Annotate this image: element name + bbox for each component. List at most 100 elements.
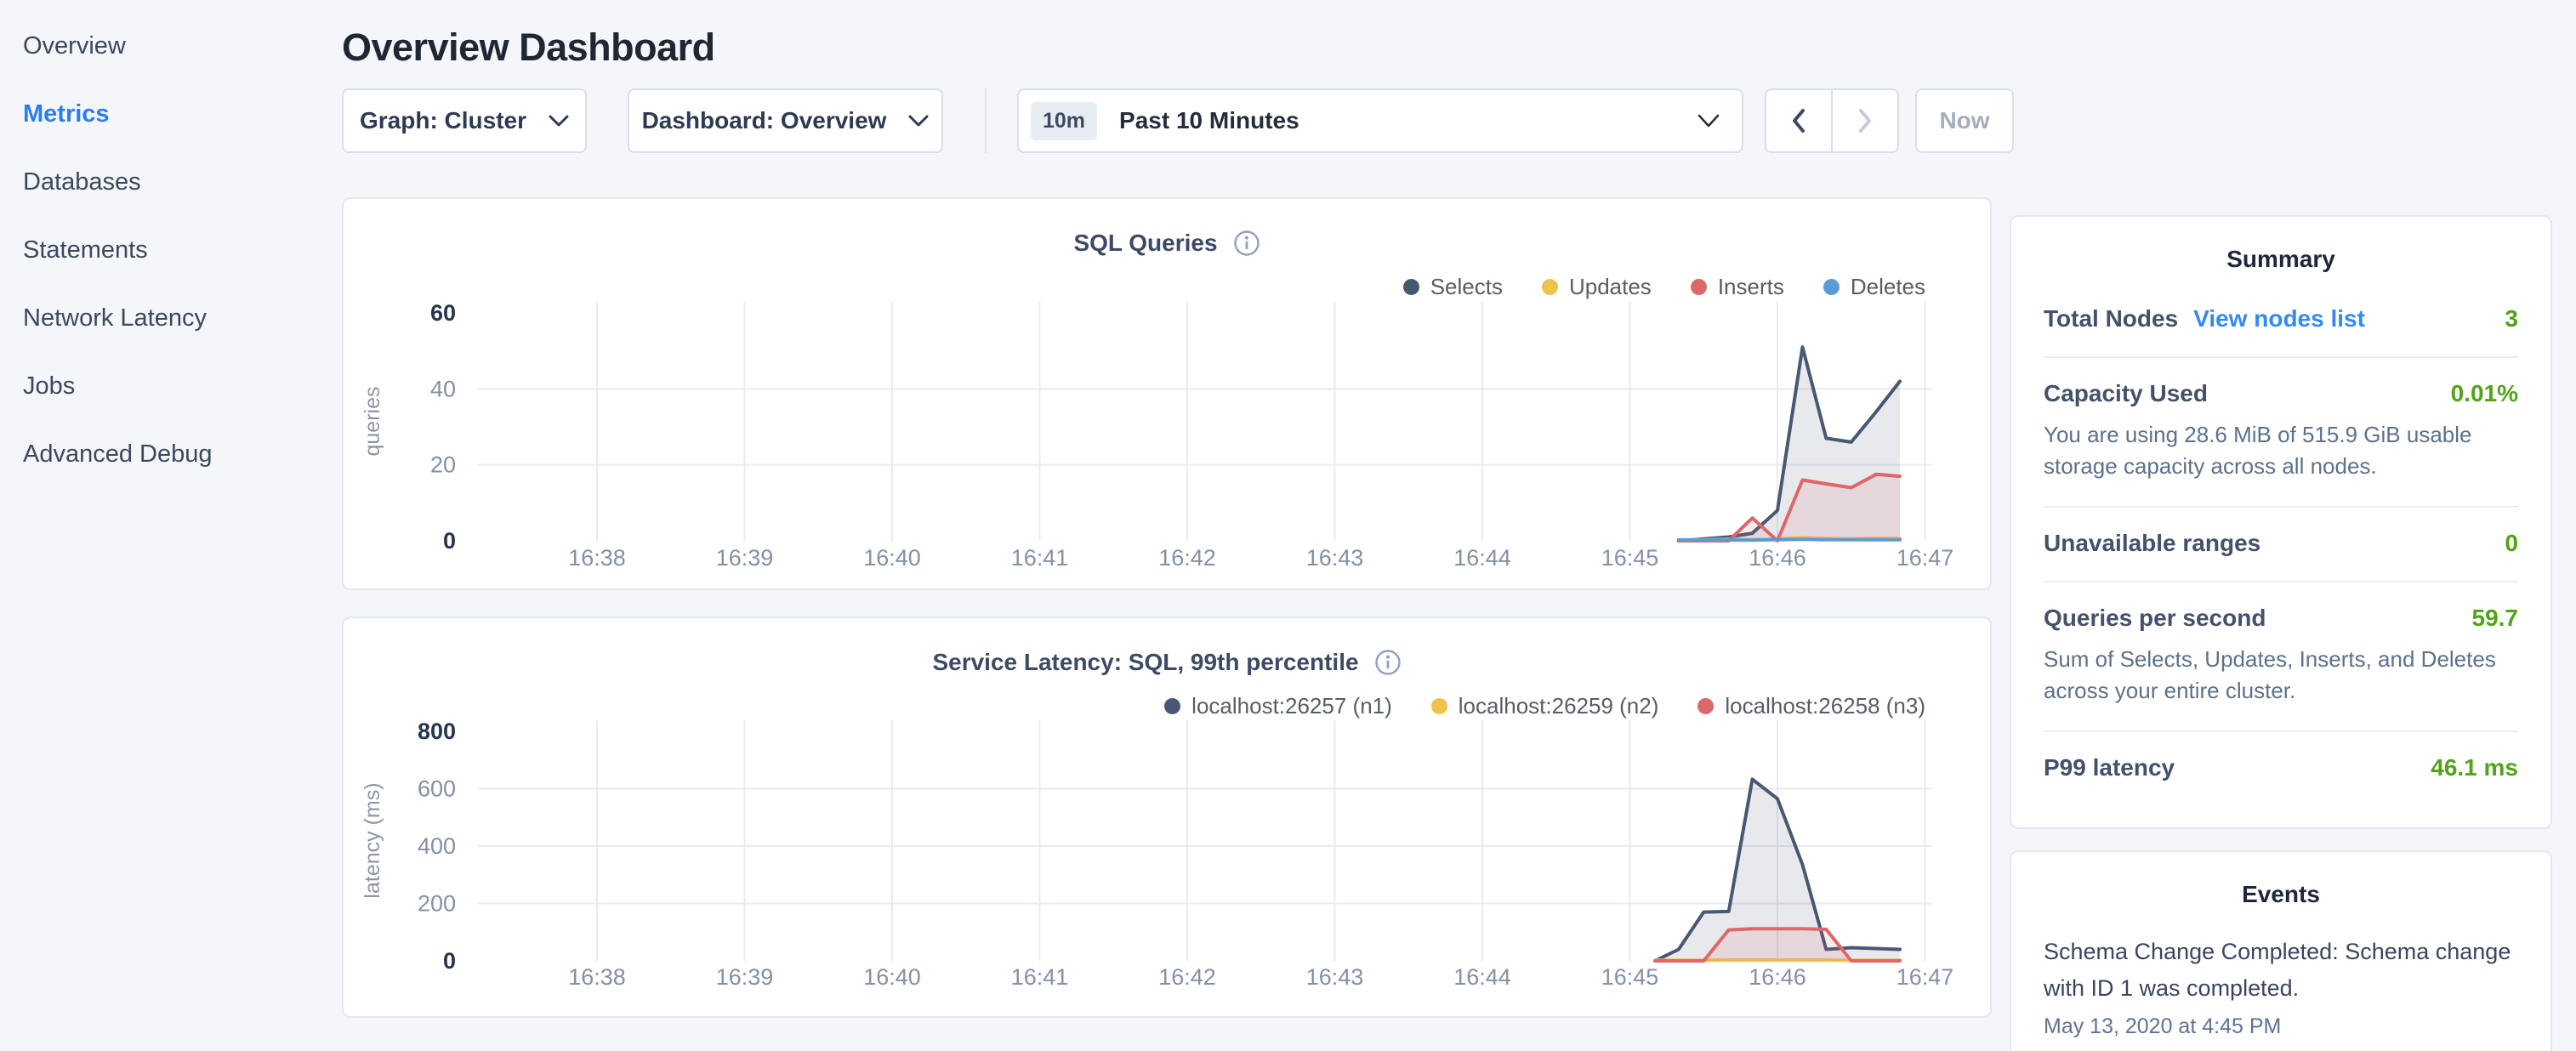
legend-dot [1823,279,1840,295]
summary-row-label: Queries per second [2044,605,2266,632]
svg-text:60: 60 [430,300,456,326]
svg-text:16:44: 16:44 [1453,545,1511,571]
svg-text:queries: queries [361,387,384,457]
svg-text:20: 20 [430,452,456,478]
svg-text:16:46: 16:46 [1749,964,1806,990]
time-pager [1765,88,1899,153]
summary-row-total-nodes: Total Nodes View nodes list 3 [2044,283,2518,358]
event-text: Schema Change Completed: Schema change w… [2044,934,2518,1006]
summary-row-subtext: Sum of Selects, Updates, Inserts, and De… [2044,644,2518,707]
svg-text:16:47: 16:47 [1896,545,1954,571]
svg-text:200: 200 [418,891,456,917]
summary-row-p99-latency: P99 latency 46.1 ms [2044,732,2518,805]
summary-row-value: 46.1 ms [2431,754,2518,781]
svg-text:16:39: 16:39 [716,964,774,990]
sidebar: Overview Metrics Databases Statements Ne… [0,0,342,1051]
summary-row-value: 3 [2505,305,2518,332]
now-button[interactable]: Now [1915,88,2014,153]
svg-text:16:45: 16:45 [1601,964,1659,990]
sidebar-item-jobs[interactable]: Jobs [0,352,342,420]
service-latency-chart-card: Service Latency: SQL, 99th percentile lo… [342,616,1992,1018]
time-prev-button[interactable] [1765,88,1832,153]
graph-dropdown-label: Graph: Cluster [360,107,526,134]
svg-text:0: 0 [443,528,456,554]
summary-row-value: 0.01% [2451,380,2518,407]
time-range-label: Past 10 Minutes [1119,107,1299,134]
summary-row-capacity-used: Capacity Used 0.01% You are using 28.6 M… [2044,358,2518,508]
event-list-item[interactable]: Schema Change Completed: Schema change w… [2044,934,2518,1039]
dashboard-dropdown-label: Dashboard: Overview [642,107,887,134]
summary-row-label: P99 latency [2044,754,2175,781]
time-range-dropdown[interactable]: 10m Past 10 Minutes [1017,88,1743,153]
svg-text:40: 40 [430,376,456,401]
legend-dot [1691,279,1707,295]
svg-text:16:38: 16:38 [568,545,626,571]
chevron-down-icon [549,115,569,128]
service-latency-plot[interactable]: 16:38 16:39 16:40 16:41 16:42 16:43 16:44 16:45… [344,716,1990,1001]
chevron-down-icon [1697,114,1720,128]
summary-row-label: Total Nodes [2044,305,2178,332]
svg-text:16:47: 16:47 [1896,964,1954,990]
summary-panel: Summary Total Nodes View nodes list 3 Ca… [2010,215,2552,829]
sql-queries-chart-card: SQL Queries Selects Updates Inserts Dele… [342,197,1992,590]
svg-text:0: 0 [443,948,456,974]
event-timestamp: May 13, 2020 at 4:45 PM [2044,1014,2518,1039]
summary-row-label: Capacity Used [2044,380,2208,407]
info-icon[interactable] [1233,230,1260,257]
time-next-button[interactable] [1832,88,1899,153]
svg-text:latency (ms): latency (ms) [361,782,384,898]
svg-text:16:42: 16:42 [1158,964,1216,990]
svg-text:16:43: 16:43 [1306,964,1364,990]
svg-text:16:46: 16:46 [1749,545,1806,571]
chart-title: Service Latency: SQL, 99th percentile [932,649,1358,676]
dashboard-dropdown[interactable]: Dashboard: Overview [628,88,943,153]
chevron-left-icon [1791,108,1806,134]
svg-text:400: 400 [418,833,456,859]
legend-dot [1431,698,1447,714]
summary-title: Summary [2044,246,2518,273]
sidebar-item-network-latency[interactable]: Network Latency [0,284,342,352]
chevron-right-icon [1857,108,1873,134]
sidebar-item-metrics[interactable]: Metrics [0,80,342,148]
svg-text:16:38: 16:38 [568,964,626,990]
sidebar-item-statements[interactable]: Statements [0,216,342,284]
legend-dot [1403,279,1419,295]
graph-dropdown[interactable]: Graph: Cluster [342,88,587,153]
sidebar-item-advanced-debug[interactable]: Advanced Debug [0,420,342,488]
svg-text:16:41: 16:41 [1011,964,1069,990]
chart-title: SQL Queries [1073,230,1217,257]
sidebar-item-overview[interactable]: Overview [0,12,342,80]
legend-dot [1542,279,1558,295]
chevron-down-icon [908,115,929,128]
page-title: Overview Dashboard [342,26,1992,70]
summary-row-label: Unavailable ranges [2044,530,2260,557]
summary-row-queries-per-second: Queries per second 59.7 Sum of Selects, … [2044,582,2518,732]
legend-dot [1697,698,1714,714]
right-column: Summary Total Nodes View nodes list 3 Ca… [1992,0,2576,1051]
svg-text:16:45: 16:45 [1601,545,1659,571]
summary-row-unavailable-ranges: Unavailable ranges 0 [2044,508,2518,582]
svg-text:16:44: 16:44 [1453,964,1511,990]
events-title: Events [2044,881,2518,908]
svg-text:16:40: 16:40 [863,964,921,990]
controls-divider [985,88,987,153]
main-content: Overview Dashboard Graph: Cluster Dashbo… [342,0,1992,1051]
svg-text:16:41: 16:41 [1011,545,1069,571]
info-icon[interactable] [1374,649,1402,676]
events-panel: Events Schema Change Completed: Schema c… [2010,850,2552,1051]
time-range-badge: 10m [1031,102,1097,140]
sql-queries-plot[interactable]: 16:38 16:39 16:40 16:41 16:42 16:43 16:44 16:45… [344,297,1990,582]
view-nodes-list-link[interactable]: View nodes list [2193,305,2365,332]
legend-dot [1164,698,1180,714]
summary-row-subtext: You are using 28.6 MiB of 515.9 GiB usab… [2044,419,2518,482]
page: Overview Metrics Databases Statements Ne… [0,0,2576,1051]
svg-text:600: 600 [418,776,456,802]
sidebar-item-databases[interactable]: Databases [0,148,342,216]
svg-text:16:42: 16:42 [1158,545,1216,571]
svg-text:16:43: 16:43 [1306,545,1364,571]
summary-row-value: 59.7 [2472,605,2519,632]
svg-text:16:39: 16:39 [716,545,774,571]
svg-text:800: 800 [418,719,456,744]
controls-bar: Graph: Cluster Dashboard: Overview 10m P… [342,88,1992,153]
svg-text:16:40: 16:40 [863,545,921,571]
